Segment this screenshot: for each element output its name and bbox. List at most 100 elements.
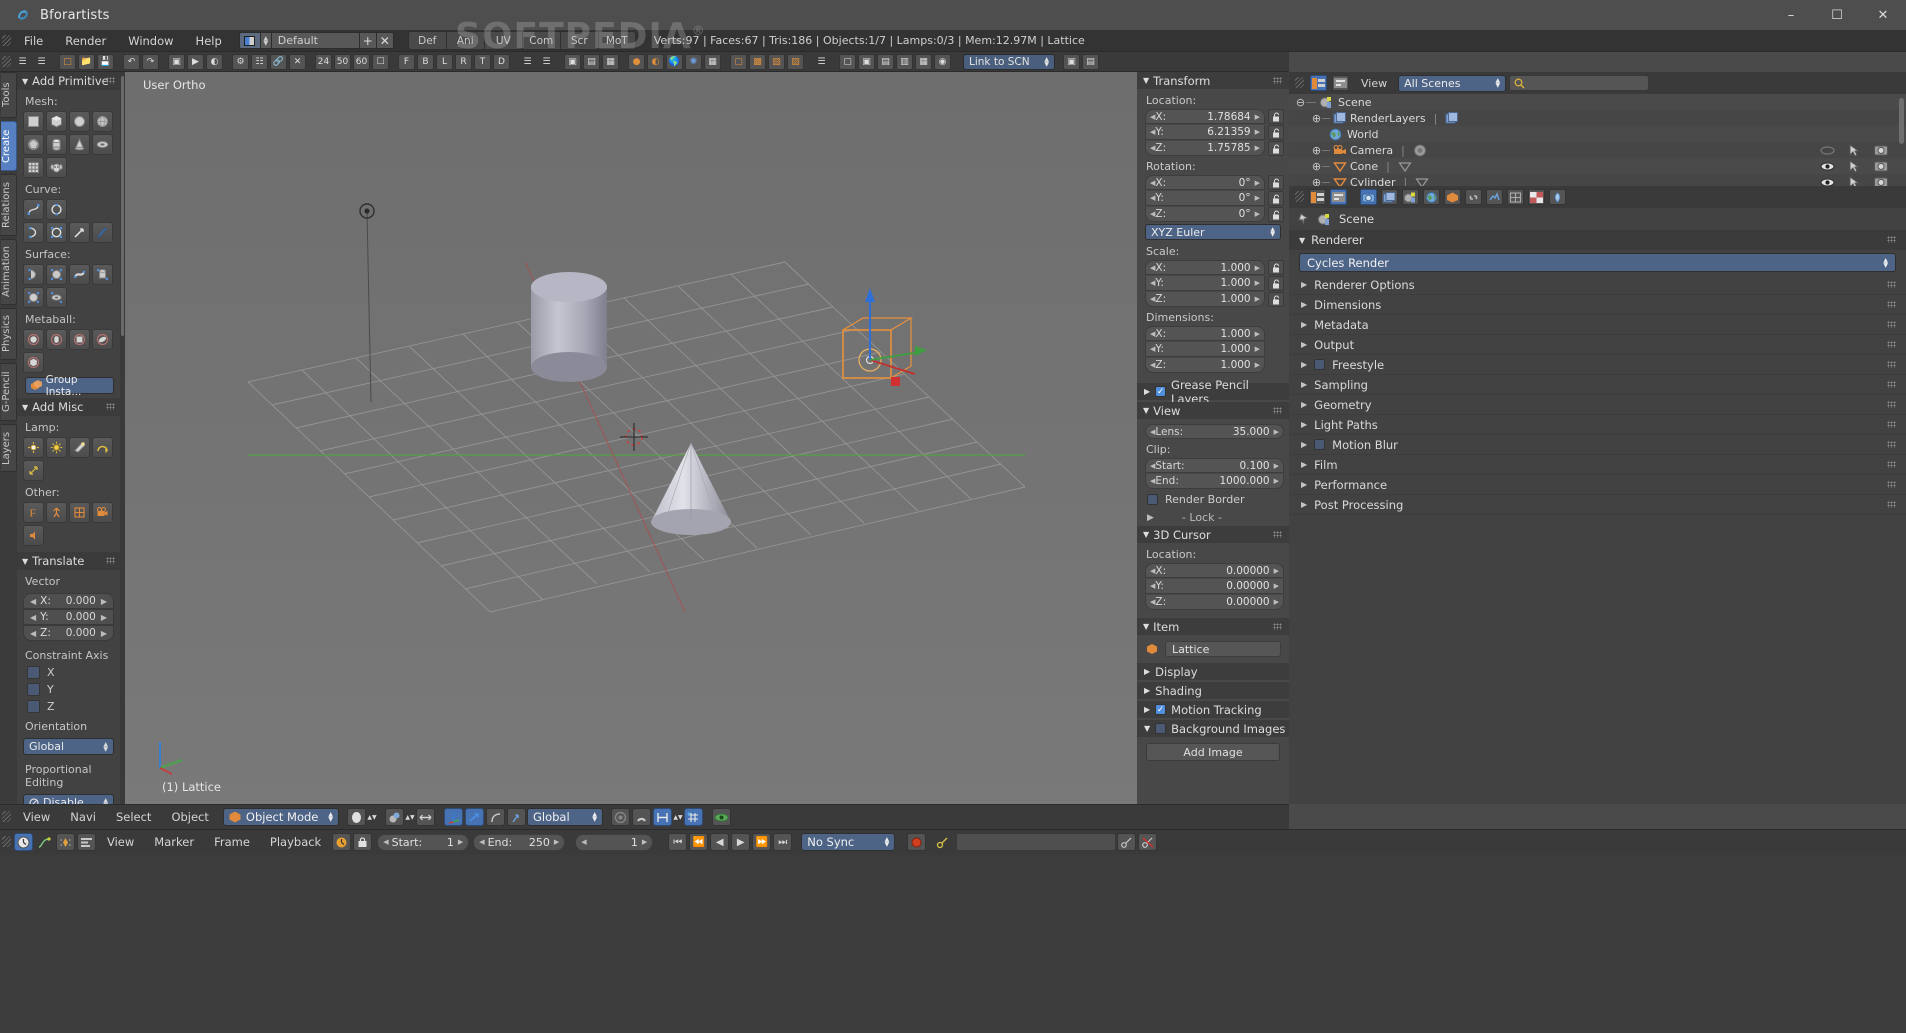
sidebar-item-layers[interactable]: Layers xyxy=(1,424,17,472)
tab-constraints-icon[interactable] xyxy=(1465,189,1482,205)
align-menu-2-icon[interactable]: ☰ xyxy=(538,54,555,70)
rotation-x-lock-button[interactable] xyxy=(1268,175,1284,190)
nurbs-torus-icon[interactable] xyxy=(46,287,67,308)
constraint-z-checkbox[interactable] xyxy=(27,700,40,713)
menu-window[interactable]: Window xyxy=(117,30,184,52)
grease-pencil-layers-header[interactable]: ▶ ✓ Grease Pencil Layers xyxy=(1137,378,1289,406)
texture-paint-icon[interactable]: ▨ xyxy=(787,53,804,70)
res-icon[interactable]: ☐ xyxy=(372,53,389,70)
align-menu-icon[interactable]: ☰ xyxy=(519,54,536,70)
sync-mode-selector[interactable]: No Sync ▲ ▼ xyxy=(801,833,896,851)
scale-x-lock-button[interactable] xyxy=(1268,260,1284,275)
right-arrow-icon[interactable]: ▶ xyxy=(458,838,463,846)
add-primitive-panel-header[interactable]: ▼ Add Primitive xyxy=(17,72,120,90)
section-post-processing[interactable]: ▶ Post Processing xyxy=(1289,495,1906,515)
bezier-circle-icon[interactable] xyxy=(46,199,67,220)
menu-hamburger-2-icon[interactable]: ☰ xyxy=(33,54,50,70)
pivot-point-icon[interactable] xyxy=(384,808,404,826)
hide-in-viewport-icon[interactable] xyxy=(1820,145,1835,156)
graph-editor-icon[interactable] xyxy=(35,833,54,851)
render-engine-selector[interactable]: Cycles Render ▲ ▼ xyxy=(1299,253,1896,272)
view3d-grip[interactable] xyxy=(0,51,13,73)
scene-link-icon[interactable]: 🔗 xyxy=(270,53,287,70)
tab-com[interactable]: Com xyxy=(521,31,560,50)
uv-smart-icon[interactable]: ▣ xyxy=(858,53,875,70)
scale-manipulator-icon[interactable] xyxy=(485,808,505,826)
cursor-y-field[interactable]: ◀ Y: 0.00000 ▶ xyxy=(1145,579,1284,594)
close-button[interactable]: ✕ xyxy=(1860,0,1906,30)
tab-mot[interactable]: MoT xyxy=(597,31,636,50)
properties-grip[interactable] xyxy=(1293,186,1306,208)
section-performance[interactable]: ▶ Performance xyxy=(1289,475,1906,495)
snap-stepper[interactable]: ▲▼ xyxy=(673,808,682,826)
nurbs-curve-icon[interactable] xyxy=(23,222,44,243)
view-back-icon[interactable]: B xyxy=(417,53,434,70)
display-panel-header[interactable]: ▶ Display xyxy=(1137,663,1289,680)
timeline-menu-frame[interactable]: Frame xyxy=(204,835,260,849)
meta-ball-icon[interactable] xyxy=(23,329,44,350)
motion-tracking-panel-header[interactable]: ▶ ✓ Motion Tracking xyxy=(1137,701,1289,718)
right-arrow-icon[interactable]: ▶ xyxy=(1255,194,1260,202)
jump-to-start-button[interactable]: ⏮ xyxy=(668,833,688,851)
tab-data-icon[interactable] xyxy=(1507,189,1524,205)
dimensions-y-field[interactable]: ◀ Y: 1.000 ▶ xyxy=(1145,342,1265,357)
view-right-icon[interactable]: R xyxy=(455,53,472,70)
background-images-checkbox[interactable] xyxy=(1155,723,1167,734)
motion-blur-checkbox[interactable] xyxy=(1314,439,1326,450)
renderer-panel-header[interactable]: ▼ Renderer xyxy=(1289,230,1906,250)
scale-z-field[interactable]: ◀ Z: 1.000 ▶ xyxy=(1145,292,1265,307)
right-arrow-icon[interactable]: ▶ xyxy=(1255,279,1260,287)
dimensions-x-field[interactable]: ◀ X: 1.000 ▶ xyxy=(1145,326,1265,341)
hemi-lamp-icon[interactable] xyxy=(92,437,113,458)
transform-orientation-selector[interactable]: Global ▲ ▼ xyxy=(526,808,603,826)
section-renderer-options[interactable]: ▶ Renderer Options xyxy=(1289,275,1906,295)
ico-sphere-icon[interactable] xyxy=(23,134,44,155)
outliner-search-input[interactable] xyxy=(1509,75,1650,91)
proportional-editing-selector[interactable]: Disable ▲▼ xyxy=(23,794,114,804)
meta-cube-icon[interactable] xyxy=(23,352,44,373)
outliner-tree[interactable]: ⊖ Scene ⊕ RenderLayers | World ⊕ Camera … xyxy=(1289,94,1906,186)
transform-panel-header[interactable]: ▼ Transform xyxy=(1137,72,1289,89)
editor-type-grip[interactable] xyxy=(0,30,13,52)
right-arrow-icon[interactable]: ▶ xyxy=(1255,361,1260,369)
uv-sphere-icon[interactable] xyxy=(92,111,113,132)
bezier-curve-icon[interactable] xyxy=(23,199,44,220)
translate-y-field[interactable]: ◀ Y: 0.000 ▶ xyxy=(23,609,114,625)
maximize-button[interactable]: ☐ xyxy=(1814,0,1860,30)
translate-manipulator-icon[interactable] xyxy=(443,808,463,826)
left-arrow-icon[interactable]: ◀ xyxy=(30,613,36,622)
motion-tracking-checkbox[interactable]: ✓ xyxy=(1155,704,1167,715)
ops-icon[interactable]: 60 xyxy=(353,53,370,70)
left-arrow-icon[interactable]: ◀ xyxy=(479,838,484,846)
uv-menu-icon[interactable]: ☰ xyxy=(813,54,830,70)
section-light-paths[interactable]: ▶ Light Paths xyxy=(1289,415,1906,435)
right-arrow-icon[interactable]: ▶ xyxy=(1274,598,1279,606)
fps-icon[interactable]: 24 xyxy=(315,53,332,70)
footer-menu-object[interactable]: Object xyxy=(161,810,218,824)
occlude-geometry-icon[interactable] xyxy=(711,808,731,826)
plane-icon[interactable] xyxy=(23,111,44,132)
outliner-row-scene[interactable]: ⊖ Scene xyxy=(1289,94,1906,110)
record-button[interactable] xyxy=(907,833,927,851)
lock-keyframe-icon[interactable] xyxy=(353,833,373,851)
nurbs-sphere-icon[interactable] xyxy=(23,287,44,308)
uv-sphere-icon[interactable]: ◉ xyxy=(934,53,951,70)
speaker-icon[interactable] xyxy=(23,525,44,546)
cursor3d-panel-header[interactable]: ▼ 3D Cursor xyxy=(1137,526,1289,543)
location-y-field[interactable]: ◀ Y: 6.21359 ▶ xyxy=(1145,125,1265,140)
location-y-lock-button[interactable] xyxy=(1268,125,1284,140)
auto-keyframe-icon[interactable] xyxy=(332,833,352,851)
scale-z-lock-button[interactable] xyxy=(1268,292,1284,307)
location-z-lock-button[interactable] xyxy=(1268,141,1284,156)
add-misc-panel-header[interactable]: ▼ Add Misc xyxy=(17,398,120,416)
snap-selection-icon[interactable]: ▤ xyxy=(583,53,600,70)
tab-ani[interactable]: Ani xyxy=(445,31,484,50)
constraint-axis-x-row[interactable]: X xyxy=(17,664,120,681)
tab-uv[interactable]: UV xyxy=(483,31,522,50)
world-props-icon[interactable]: 🌎 xyxy=(666,53,683,70)
delete-screen-layout-button[interactable]: ✕ xyxy=(376,32,394,49)
right-arrow-icon[interactable]: ▶ xyxy=(642,838,647,846)
location-x-lock-button[interactable] xyxy=(1268,109,1284,124)
eye-icon[interactable] xyxy=(1820,161,1835,172)
outliner-scrollbar[interactable] xyxy=(1899,98,1904,144)
